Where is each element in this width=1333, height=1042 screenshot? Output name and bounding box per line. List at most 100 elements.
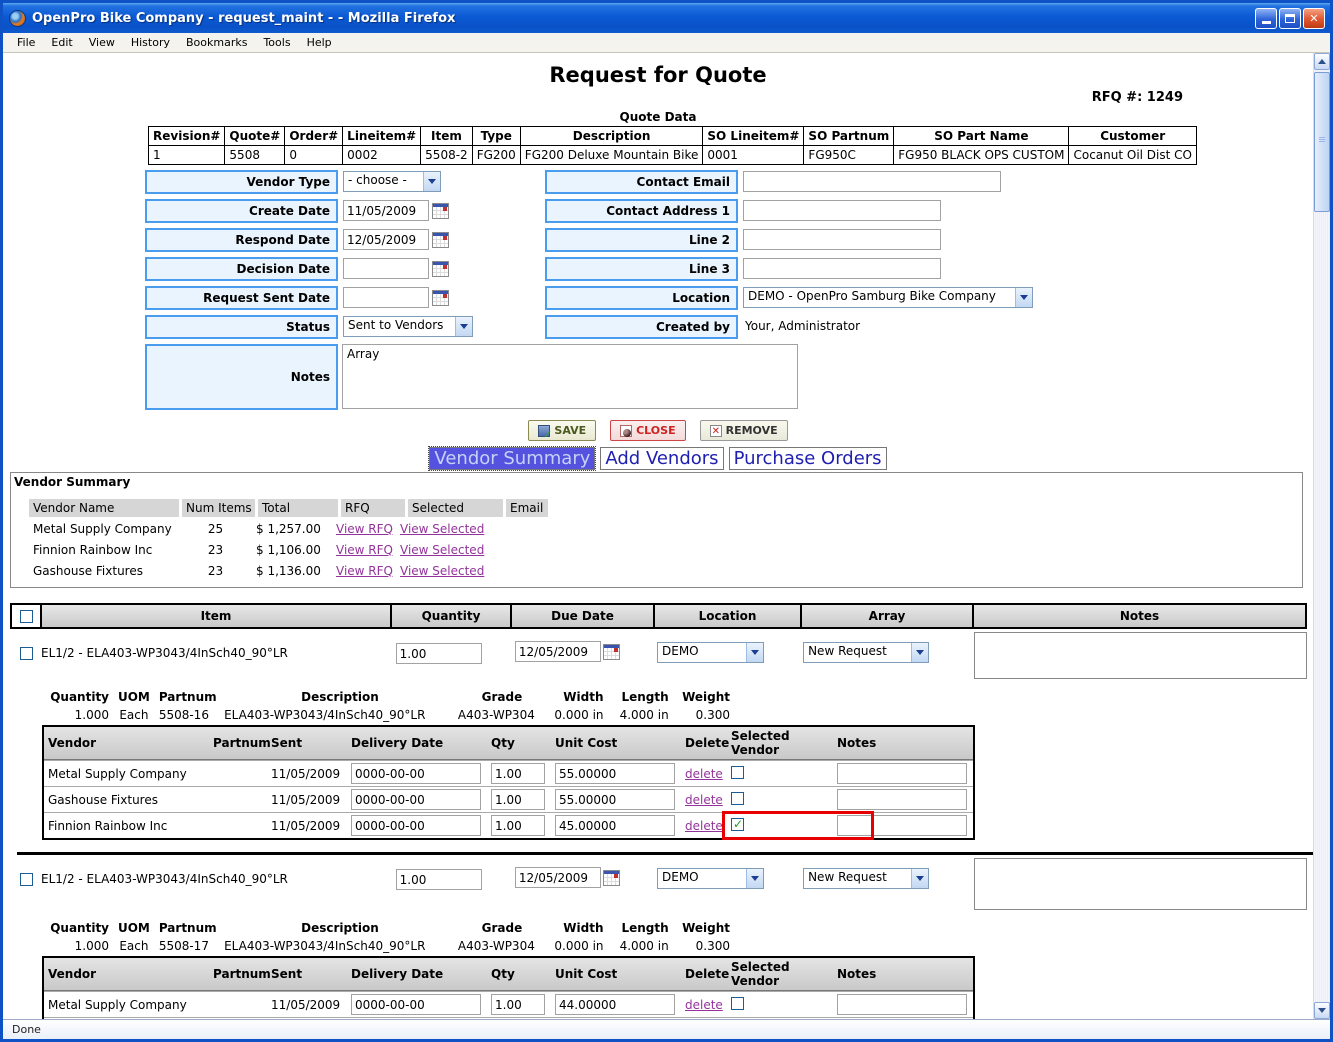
view-selected-link[interactable]: View Selected xyxy=(400,543,484,557)
scrollbar-thumb[interactable] xyxy=(1314,72,1330,212)
view-selected-link[interactable]: View Selected xyxy=(400,564,484,578)
menu-tools[interactable]: Tools xyxy=(255,36,298,49)
qty-input[interactable] xyxy=(491,815,545,836)
create-date-input[interactable] xyxy=(343,200,429,221)
save-button[interactable]: SAVE xyxy=(528,420,596,441)
view-rfq-link[interactable]: View RFQ xyxy=(336,564,393,578)
menu-edit[interactable]: Edit xyxy=(43,36,80,49)
menu-history[interactable]: History xyxy=(123,36,178,49)
calendar-icon[interactable] xyxy=(603,644,620,660)
vendor-notes-input[interactable] xyxy=(837,815,967,836)
chevron-down-icon[interactable] xyxy=(1015,288,1032,307)
calendar-icon[interactable] xyxy=(432,203,449,219)
item-due-date-input[interactable] xyxy=(515,641,601,662)
item-checkbox[interactable] xyxy=(20,647,33,660)
menu-view[interactable]: View xyxy=(81,36,123,49)
selected-vendor-checkbox[interactable] xyxy=(731,792,744,805)
delivery-date-input[interactable] xyxy=(351,789,481,810)
menu-help[interactable]: Help xyxy=(299,36,340,49)
vendor-summary-title: Vendor Summary xyxy=(14,475,1302,489)
delivery-date-input[interactable] xyxy=(351,763,481,784)
scroll-down-button[interactable] xyxy=(1314,1002,1330,1019)
item-location-select[interactable]: DEMO xyxy=(657,642,764,663)
respond-date-input[interactable] xyxy=(343,229,429,250)
selected-vendor-checkbox[interactable] xyxy=(731,766,744,779)
array-col-header: Array xyxy=(800,605,972,627)
chevron-down-icon[interactable] xyxy=(911,869,928,888)
unit-cost-input[interactable] xyxy=(555,763,675,784)
close-button[interactable]: CLOSE xyxy=(610,420,685,441)
delivery-date-input[interactable] xyxy=(351,994,481,1015)
item-array-select[interactable]: New Request xyxy=(803,868,929,889)
vendor-notes-input[interactable] xyxy=(837,789,967,810)
detail-partnum: 5508-16 xyxy=(159,708,222,722)
item-quantity-input[interactable] xyxy=(396,869,482,890)
vertical-scrollbar[interactable] xyxy=(1313,53,1330,1019)
close-window-button[interactable]: ✕ xyxy=(1303,8,1325,29)
item-due-date-input[interactable] xyxy=(515,867,601,888)
tab-purchase-orders[interactable]: Purchase Orders xyxy=(729,447,887,470)
tab-add-vendors[interactable]: Add Vendors xyxy=(600,447,723,470)
chevron-down-icon[interactable] xyxy=(911,643,928,662)
qty-input[interactable] xyxy=(491,789,545,810)
minimize-button[interactable] xyxy=(1255,8,1277,29)
num-items: 23 xyxy=(179,564,252,578)
item-notes-textarea[interactable] xyxy=(974,858,1307,910)
view-rfq-link[interactable]: View RFQ xyxy=(336,543,393,557)
line2-input[interactable] xyxy=(743,229,941,250)
vendor-notes-input[interactable] xyxy=(837,763,967,784)
selected-vendor-checkbox[interactable] xyxy=(731,997,744,1010)
decision-date-label: Decision Date xyxy=(145,257,338,281)
qty-input[interactable] xyxy=(491,994,545,1015)
view-rfq-link[interactable]: View RFQ xyxy=(336,522,393,536)
delivery-date-input[interactable] xyxy=(351,815,481,836)
qty-input[interactable] xyxy=(491,763,545,784)
quote-cell: 0002 xyxy=(343,146,421,165)
request-sent-date-input[interactable] xyxy=(343,287,429,308)
select-all-checkbox[interactable] xyxy=(20,610,33,623)
remove-button[interactable]: REMOVE xyxy=(700,420,788,441)
calendar-icon[interactable] xyxy=(603,870,620,886)
item-location-select[interactable]: DEMO xyxy=(657,868,764,889)
calendar-icon[interactable] xyxy=(432,290,449,306)
scroll-up-button[interactable] xyxy=(1314,53,1330,70)
item-quantity-input[interactable] xyxy=(396,643,482,664)
item-array-select[interactable]: New Request xyxy=(803,642,929,663)
chevron-down-icon[interactable] xyxy=(746,869,763,888)
chevron-down-icon[interactable] xyxy=(746,643,763,662)
vendor-notes-input[interactable] xyxy=(837,994,967,1015)
total-amount: $ 1,136.00 xyxy=(252,564,332,578)
calendar-icon[interactable] xyxy=(432,261,449,277)
contact-email-input[interactable] xyxy=(743,171,1001,192)
calendar-icon[interactable] xyxy=(432,232,449,248)
location-select[interactable]: DEMO - OpenPro Samburg Bike Company xyxy=(743,287,1033,308)
num-items: 25 xyxy=(179,522,252,536)
unit-cost-input[interactable] xyxy=(555,994,675,1015)
menu-file[interactable]: File xyxy=(9,36,43,49)
selected-vendor-checkbox[interactable] xyxy=(731,818,744,831)
delete-link[interactable]: delete xyxy=(685,819,723,833)
menu-bookmarks[interactable]: Bookmarks xyxy=(178,36,255,49)
line3-input[interactable] xyxy=(743,258,941,279)
unit-cost-input[interactable] xyxy=(555,789,675,810)
notes-textarea[interactable]: Array xyxy=(342,344,798,409)
view-selected-link[interactable]: View Selected xyxy=(400,522,484,536)
contact-address1-input[interactable] xyxy=(743,200,941,221)
item-notes-textarea[interactable] xyxy=(974,632,1307,679)
total-amount: $ 1,257.00 xyxy=(252,522,332,536)
tab-vendor-summary[interactable]: Vendor Summary xyxy=(429,447,595,470)
delete-link[interactable]: delete xyxy=(685,998,723,1012)
created-by-label: Created by xyxy=(545,315,738,339)
delete-link[interactable]: delete xyxy=(685,767,723,781)
chevron-down-icon[interactable] xyxy=(423,172,440,191)
delete-link[interactable]: delete xyxy=(685,793,723,807)
item-checkbox[interactable] xyxy=(20,873,33,886)
unit-cost-input[interactable] xyxy=(555,815,675,836)
status-select[interactable]: Sent to Vendors xyxy=(343,316,473,337)
line2-label: Line 2 xyxy=(545,228,738,252)
maximize-button[interactable] xyxy=(1279,8,1301,29)
decision-date-input[interactable] xyxy=(343,258,429,279)
vendor-type-select[interactable]: - choose - xyxy=(343,171,441,192)
sent-date: 11/05/2009 xyxy=(267,792,347,808)
chevron-down-icon[interactable] xyxy=(455,317,472,336)
